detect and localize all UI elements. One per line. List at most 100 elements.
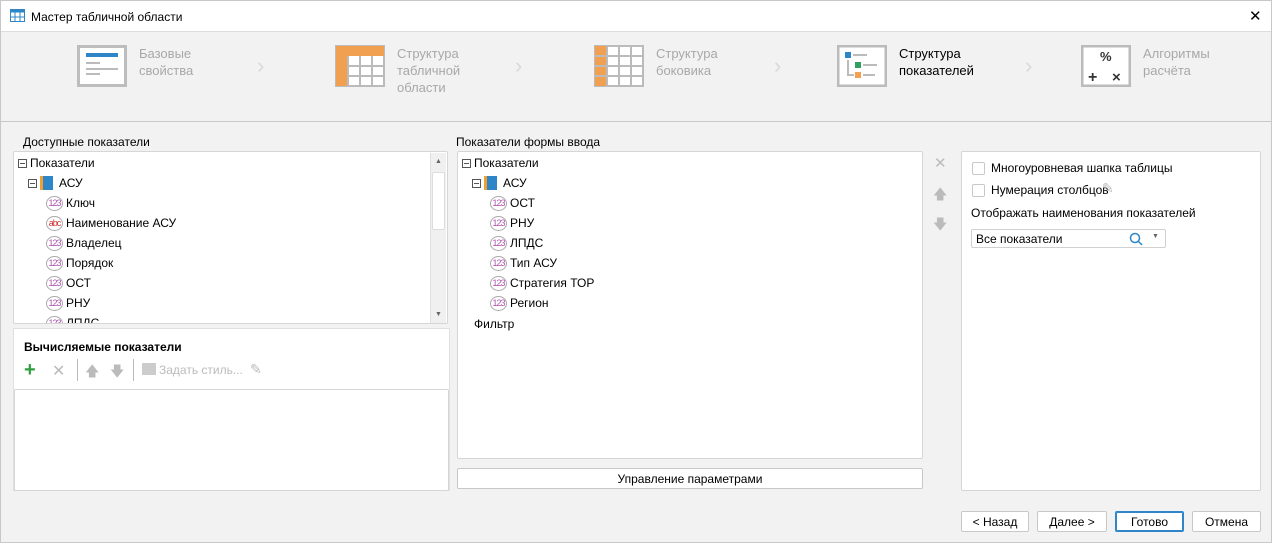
display-names-select[interactable]: Все показатели ▼ [971,229,1166,248]
step-table-structure[interactable]: Структура табличной области [335,45,487,96]
step-label: Алгоритмы расчёта [1143,46,1210,78]
pencil-icon[interactable]: ✎ [1102,180,1114,197]
tree-node-indicator[interactable]: 123 РНУ [46,294,90,312]
step-basic[interactable]: Базовые свойства [77,45,229,87]
tree-node-cube[interactable]: АСУ [28,174,83,192]
svg-text:+: + [1088,69,1097,86]
step-side-structure[interactable]: Структура боковика [594,45,746,87]
chevron-down-icon[interactable]: ▼ [1152,233,1159,240]
tree-node-indicator[interactable]: 123 ЛПДС [490,234,543,252]
collapse-icon[interactable] [462,158,471,168]
chevron-right-icon: › [257,53,265,78]
tree-node-filter[interactable]: Фильтр [474,315,514,333]
tree-node-indicator[interactable]: 123 Стратегия ТОР [490,274,594,292]
numeric-type-icon: 123 [46,195,63,211]
node-label: Фильтр [474,317,515,331]
available-indicators-label: Доступные показатели [23,135,150,149]
tree-node-indicator[interactable]: 123 ОСТ [46,274,91,292]
node-label: ОСТ [66,276,91,290]
remove-icon[interactable]: ✕ [934,154,947,172]
node-label: Тип АСУ [510,256,557,270]
tree-node-root[interactable]: Показатели [462,154,539,172]
numeric-type-icon: 123 [46,255,63,271]
style-icon [142,363,156,375]
calc-title: Вычисляемые показатели [24,340,182,354]
hierarchy-icon [837,45,887,87]
scroll-down-icon[interactable]: ▼ [431,306,446,323]
table-icon [10,9,25,22]
numeric-type-icon: 123 [490,255,507,271]
numeric-type-icon: 123 [490,195,507,211]
arrow-up-icon[interactable]: 🡅 [85,361,99,385]
search-icon[interactable] [1129,232,1143,246]
finish-button[interactable]: Готово [1115,511,1184,532]
numeric-type-icon: 123 [490,235,507,251]
move-down-icon[interactable]: 🡇 [933,214,947,238]
step-indicator-structure[interactable]: Структура показателей [837,45,989,87]
node-label: РНУ [510,216,535,230]
next-button[interactable]: Далее > [1037,511,1107,532]
column-numbering-label: Нумерация столбцов [991,183,1109,197]
step-label: Структура показателей [899,46,974,78]
tree-node-indicator[interactable]: 123 Ключ [46,194,95,212]
available-indicators-tree[interactable]: Показатели АСУ 123 Ключ abc Наименование АС… [13,151,448,324]
scroll-thumb[interactable] [432,172,445,230]
step-algorithms[interactable]: % + × Алгоритмы расчёта [1081,45,1233,87]
side-grid-icon [594,45,644,87]
node-label: Наименование АСУ [66,216,177,230]
form-indicators-label: Показатели формы ввода [456,135,601,149]
collapse-icon[interactable] [18,158,27,168]
numeric-type-icon: 123 [46,315,63,323]
manage-parameters-button[interactable]: Управление параметрами [457,468,923,489]
scroll-up-icon[interactable]: ▲ [431,153,446,170]
tree-node-indicator[interactable]: abc Наименование АСУ [46,214,176,232]
form-indicators-tree[interactable]: Показатели АСУ 123 ОСТ 123 РНУ 123 ЛПДС 123 Тип… [457,151,923,459]
close-button[interactable]: ✕ [1249,7,1262,25]
column-numbering-checkbox[interactable] [972,184,985,197]
collapse-icon[interactable] [28,178,37,188]
calculated-indicators-panel: Вычисляемые показатели + ✕ 🡅 🡇 Задать ст… [13,328,450,491]
tree-node-indicator[interactable]: 123 Порядок [46,254,113,272]
tree-node-indicator[interactable]: 123 Регион [490,294,549,312]
tree-node-indicator[interactable]: 123 Владелец [46,234,122,252]
set-style-button[interactable]: Задать стиль... [159,363,243,377]
settings-panel: Многоуровневая шапка таблицы Нумерация с… [961,151,1261,491]
tree-node-indicator[interactable]: 123 ЛПДС [46,314,100,324]
chevron-right-icon: › [1025,53,1033,78]
select-value: Все показатели [976,232,1063,246]
numeric-type-icon: 123 [46,275,63,291]
node-label: АСУ [59,176,83,190]
node-label: Стратегия ТОР [510,276,595,290]
multilevel-header-checkbox[interactable] [972,162,985,175]
tree-node-indicator[interactable]: 123 РНУ [490,214,534,232]
eraser-icon[interactable]: ✎ [250,361,262,378]
move-up-icon[interactable]: 🡅 [933,184,947,208]
back-button[interactable]: < Назад [961,511,1029,532]
tree-node-root[interactable]: Показатели [18,154,95,172]
arrow-down-icon[interactable]: 🡇 [110,361,124,385]
step-label: Структура табличной области [397,46,461,95]
node-label: Регион [510,296,549,310]
formula-icon: %+ × [1081,45,1131,87]
chevron-right-icon: › [774,53,782,78]
tree-node-indicator[interactable]: 123 ОСТ [490,194,535,212]
node-label: ЛПДС [66,316,100,324]
tree-node-indicator[interactable]: 123 Тип АСУ [490,254,557,272]
node-label: Порядок [66,256,114,270]
add-icon[interactable]: + [24,359,36,382]
cube-icon [40,176,53,190]
node-label: ЛПДС [510,236,544,250]
node-label: ОСТ [510,196,535,210]
delete-icon[interactable]: ✕ [52,361,65,381]
numeric-type-icon: 123 [490,275,507,291]
properties-icon [77,45,127,87]
numeric-type-icon: 123 [46,235,63,251]
node-label: Показатели [30,156,95,170]
step-label: Структура боковика [656,46,718,78]
cancel-button[interactable]: Отмена [1192,511,1261,532]
collapse-icon[interactable] [472,178,481,188]
cube-icon [484,176,497,190]
tree-node-cube[interactable]: АСУ [472,174,527,192]
calculated-list[interactable] [14,389,449,491]
scrollbar[interactable]: ▲ ▼ [430,153,446,323]
